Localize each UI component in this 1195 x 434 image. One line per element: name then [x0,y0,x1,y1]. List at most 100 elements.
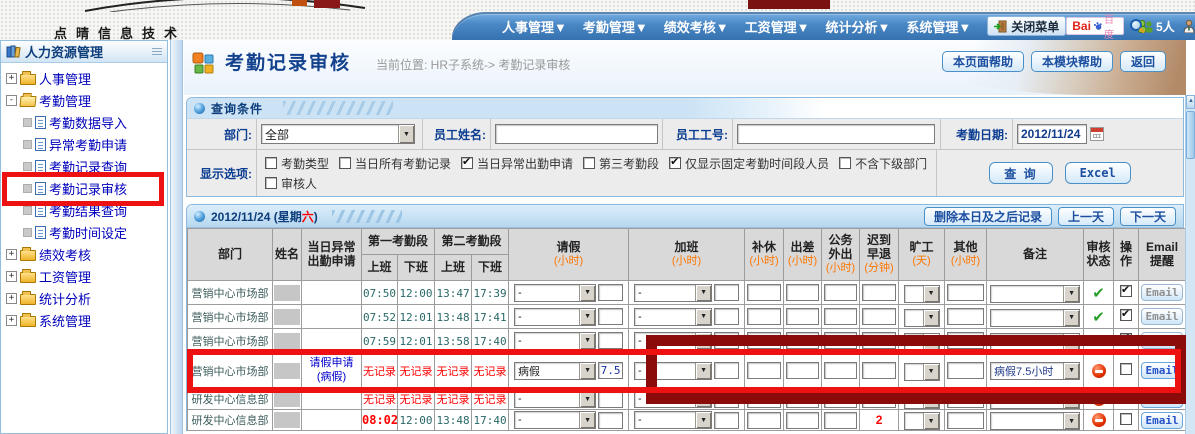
comp-leave-input[interactable] [747,362,780,379]
checkbox[interactable] [339,157,351,169]
chevron-down-icon[interactable] [398,125,414,143]
query-option-0[interactable]: 考勤类型 [265,155,329,172]
overtime-type-select[interactable]: - [634,362,712,380]
sidebar-item-6[interactable]: 考勤结果查询 [6,199,167,221]
late-minutes-input[interactable] [862,284,895,301]
chevron-down-icon[interactable] [923,392,939,408]
comp-leave-input[interactable] [747,332,780,349]
overtime-type-select[interactable]: - [634,332,712,350]
sidebar-item-8[interactable]: +绩效考核 [6,243,167,265]
remark-select[interactable] [990,391,1080,409]
previous-day-button[interactable]: 上一天 [1058,207,1114,226]
leave-hours-input[interactable] [598,332,623,349]
official-out-input[interactable] [824,308,857,325]
tree-expander-icon[interactable]: + [6,73,17,84]
business-trip-input[interactable] [786,391,819,408]
menu-item-3[interactable]: 工资管理▼ [737,17,818,36]
remark-select[interactable] [990,309,1080,327]
chevron-down-icon[interactable] [695,391,711,407]
tree-expander-icon[interactable]: + [6,271,17,282]
next-day-button[interactable]: 下一天 [1120,207,1176,226]
chevron-down-icon[interactable] [579,285,595,301]
delete-records-button[interactable]: 删除本日及之后记录 [924,207,1052,226]
email-reminder-button[interactable]: Email [1141,391,1183,408]
leave-hours-input[interactable] [598,391,623,408]
sidebar-item-10[interactable]: +统计分析 [6,287,167,309]
leave-type-select[interactable]: - [514,390,596,408]
scrollbar-thumb[interactable] [1186,111,1195,159]
remark-select[interactable] [990,285,1080,303]
chevron-down-icon[interactable] [695,285,711,301]
sidebar-item-5[interactable]: 考勤记录审核 [6,177,167,199]
menu-item-0[interactable]: 人事管理▼ [494,17,575,36]
sidebar-item-2[interactable]: 考勤数据导入 [6,111,167,133]
email-reminder-button[interactable]: Email [1141,332,1183,349]
query-option-3[interactable]: 第三考勤段 [583,155,659,172]
remark-select[interactable]: 病假7.5小时 [990,362,1080,380]
other-hours-input[interactable] [947,332,983,349]
business-trip-input[interactable] [786,332,819,349]
module-help-button[interactable]: 本模块帮助 [1031,51,1113,72]
chevron-down-icon[interactable] [923,286,939,302]
close-menu-button[interactable]: 关闭菜单 [987,16,1066,36]
excel-export-button[interactable]: Excel [1065,162,1131,184]
operation-checkbox[interactable] [1120,392,1132,404]
comp-leave-input[interactable] [747,284,780,301]
dept-select[interactable]: 全部 [261,124,415,144]
absence-select[interactable] [904,309,940,327]
official-out-input[interactable] [824,362,857,379]
leave-hours-input[interactable] [598,412,623,429]
chevron-down-icon[interactable] [579,412,595,428]
chevron-down-icon[interactable] [695,333,711,349]
chevron-down-icon[interactable] [923,413,939,429]
business-trip-input[interactable] [786,362,819,379]
comp-leave-input[interactable] [747,308,780,325]
late-minutes-input[interactable] [862,332,895,349]
official-out-input[interactable] [824,412,857,429]
checkbox[interactable] [461,157,473,169]
operation-checkbox[interactable] [1120,413,1132,425]
sidebar-item-0[interactable]: +人事管理 [6,67,167,89]
checkbox[interactable] [669,157,681,169]
query-option-6[interactable]: 审核人 [265,175,317,192]
chevron-down-icon[interactable] [1063,392,1079,408]
menu-item-1[interactable]: 考勤管理▼ [575,17,656,36]
sidebar-item-11[interactable]: +系统管理 [6,309,167,331]
sidebar-item-9[interactable]: +工资管理 [6,265,167,287]
sidebar-item-7[interactable]: 考勤时间设定 [6,221,167,243]
chevron-down-icon[interactable] [1063,286,1079,302]
search-button[interactable]: 查 询 [989,162,1052,184]
official-out-input[interactable] [824,284,857,301]
email-reminder-button[interactable]: Email [1141,362,1183,379]
other-hours-input[interactable] [947,391,983,408]
other-hours-input[interactable] [947,308,983,325]
checkbox[interactable] [583,157,595,169]
employee-id-input[interactable] [737,124,935,144]
chevron-down-icon[interactable] [923,364,939,380]
other-hours-input[interactable] [947,284,983,301]
other-hours-input[interactable] [947,412,983,429]
leave-hours-input[interactable] [598,308,623,325]
chevron-down-icon[interactable] [1063,310,1079,326]
chevron-down-icon[interactable] [695,309,711,325]
menu-item-5[interactable]: 系统管理▼ [898,17,979,36]
overtime-hours-input[interactable] [714,362,739,379]
absence-select[interactable] [904,285,940,303]
chevron-down-icon[interactable] [1063,413,1079,429]
leave-hours-input[interactable] [598,284,623,301]
overtime-type-select[interactable]: - [634,411,712,429]
comp-leave-input[interactable] [747,412,780,429]
remark-select[interactable] [990,412,1080,430]
overtime-type-select[interactable]: - [634,390,712,408]
leave-hours-input[interactable] [598,362,623,379]
query-option-5[interactable]: 不含下级部门 [839,155,927,172]
attendance-date-input[interactable]: 2012/11/24 [1017,124,1087,144]
sidebar-item-3[interactable]: 异常考勤申请 [6,133,167,155]
overtime-type-select[interactable]: - [634,308,712,326]
business-trip-input[interactable] [786,284,819,301]
tree-expander-icon[interactable]: + [6,249,17,260]
overtime-hours-input[interactable] [714,284,739,301]
absence-select[interactable] [904,412,940,430]
operation-checkbox[interactable] [1120,363,1132,375]
checkbox[interactable] [265,157,277,169]
